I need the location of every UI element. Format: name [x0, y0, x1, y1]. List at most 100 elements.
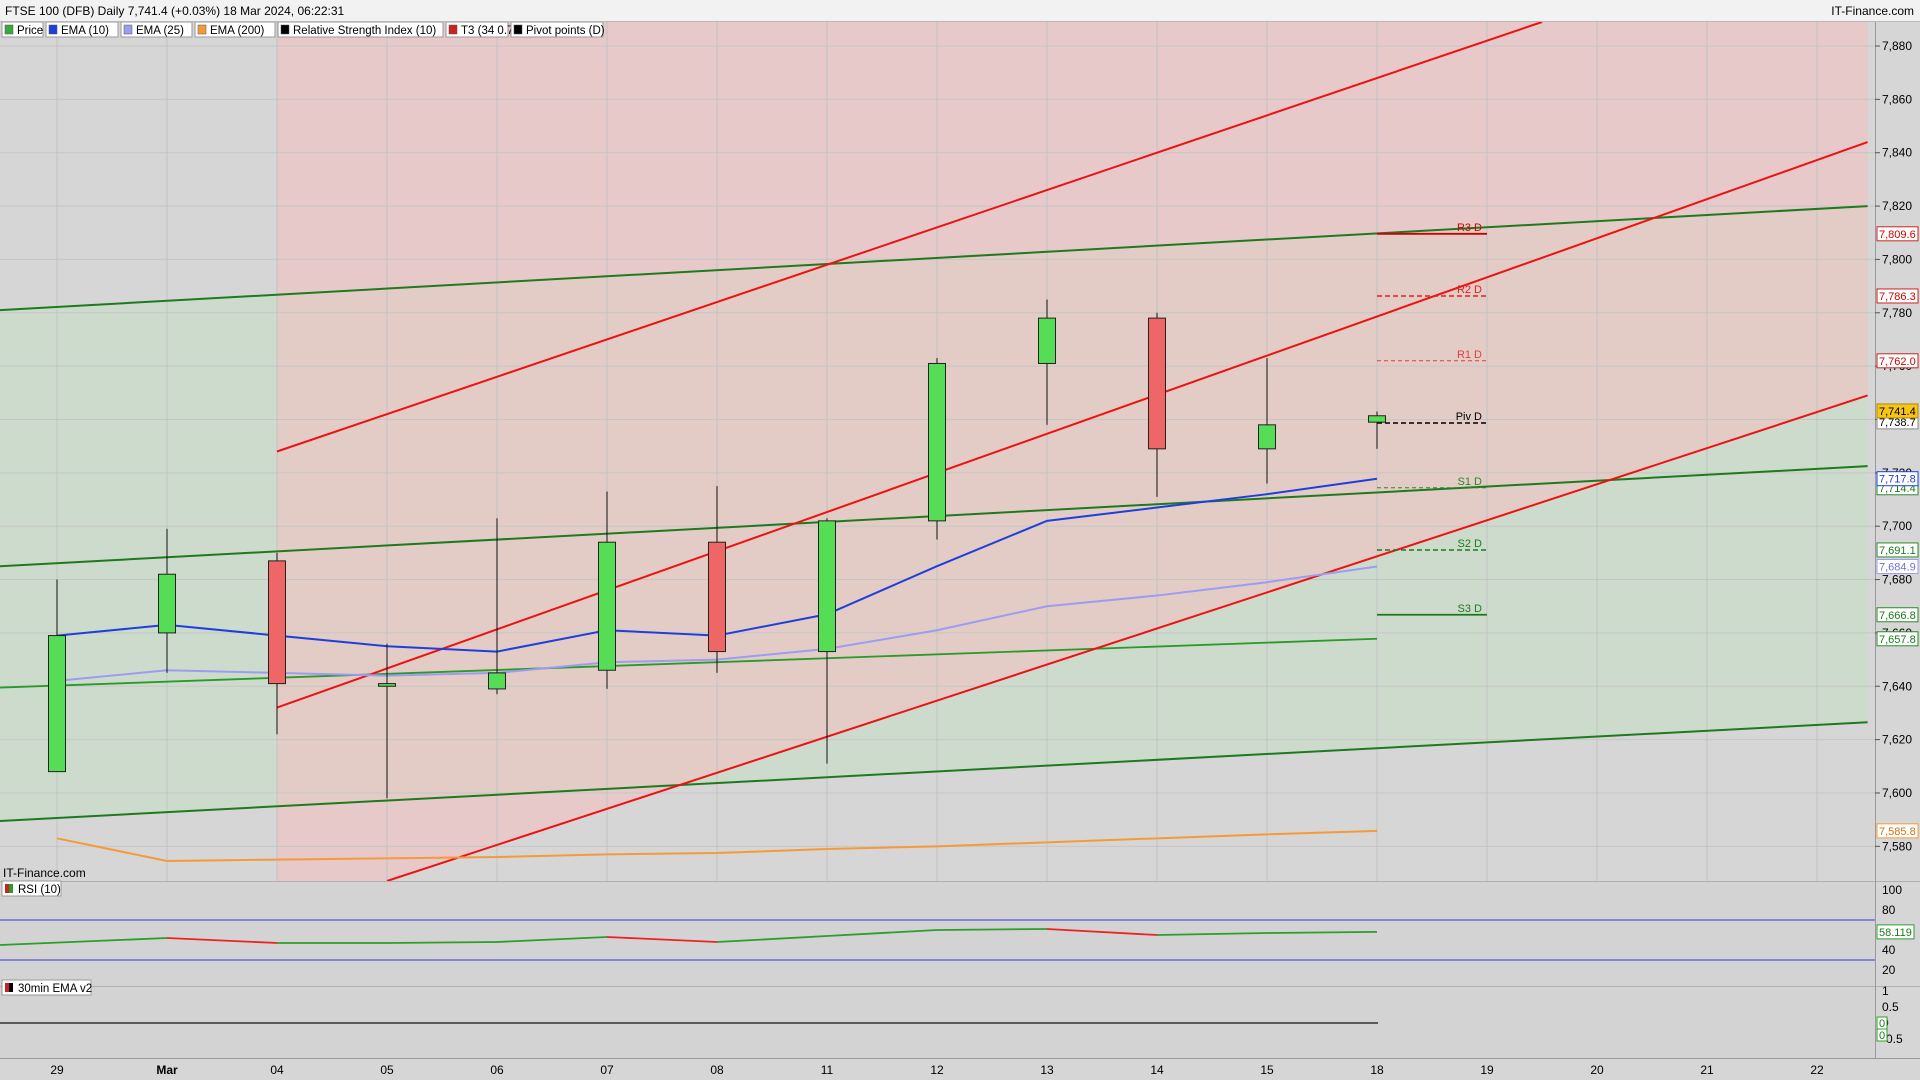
pivot-label-4: S1 D: [1458, 476, 1483, 488]
rsi-seg-8: [936, 928, 1048, 931]
y-tick-label-0: 7,580: [1882, 839, 1912, 853]
legend-label-0: Price: [17, 25, 43, 37]
ema-tick-1: 0.5: [1882, 1000, 1899, 1014]
candle-body-3: [378, 683, 396, 687]
rsi-axis: 1008060402058.119: [1876, 883, 1915, 977]
x-label-5: 07: [600, 1063, 614, 1077]
y-tick-label-6: 7,700: [1882, 519, 1912, 533]
x-label-16: 22: [1810, 1063, 1824, 1077]
x-label-11: 15: [1260, 1063, 1274, 1077]
legend-swatch-5: [448, 24, 458, 35]
y-tick-label-1: 7,600: [1882, 786, 1912, 800]
y-tick-label-11: 7,800: [1882, 252, 1912, 266]
y-tick-label-10: 7,780: [1882, 306, 1912, 320]
price-axis: 7,5807,6007,6207,6407,6607,6807,7007,720…: [1875, 39, 1912, 853]
legend-label-5: T3 (34 0.7): [461, 25, 517, 37]
x-label-8: 12: [930, 1063, 944, 1077]
candle-body-4: [488, 672, 506, 690]
x-label-7: 11: [821, 1063, 834, 1077]
x-label-12: 18: [1370, 1063, 1384, 1077]
pivot-price-2-text: 7,762.0: [1879, 356, 1916, 368]
ema-label: 30min EMA v2: [18, 983, 92, 995]
ema-tick-0: 1: [1882, 984, 1889, 998]
y-tick-label-5: 7,680: [1882, 573, 1912, 587]
candle-body-7: [818, 520, 836, 653]
ema-label-tag: 30min EMA v2: [1, 979, 92, 996]
x-label-3: 05: [380, 1063, 394, 1077]
ema-value-text-1: 0: [1879, 1030, 1885, 1042]
rsi-value-text: 58.119: [1879, 927, 1912, 939]
ema200-price-text: 7,585.8: [1879, 826, 1916, 838]
ema25-price-text: 7,684.9: [1879, 561, 1916, 573]
candle-body-12: [1368, 415, 1386, 423]
legend-swatch-1: [48, 24, 58, 35]
pivot-label-3: Piv D: [1456, 411, 1482, 423]
y-tick-label-3: 7,640: [1882, 679, 1912, 693]
y-tick-label-14: 7,860: [1882, 92, 1912, 106]
candle-body-9: [1038, 317, 1056, 364]
pivot-price-3-text: 7,738.7: [1879, 417, 1916, 429]
watermark: IT-Finance.com: [3, 866, 86, 880]
rsi-seg-3: [386, 941, 498, 944]
pivot-price-5-text: 7,691.1: [1879, 545, 1916, 557]
x-label-9: 13: [1040, 1063, 1054, 1077]
candle-body-8: [928, 362, 946, 522]
rsi-seg-11: [1266, 930, 1378, 934]
x-label-10: 14: [1150, 1063, 1164, 1077]
legend-label-2: EMA (25): [136, 25, 184, 37]
legend-label-6: Pivot points (D): [526, 25, 605, 37]
pivot-price-6-text: 7,666.8: [1879, 610, 1916, 622]
rsi-panel-bg: [0, 882, 1875, 986]
pivot-label-0: R3 D: [1457, 222, 1482, 234]
ema10-price-text: 7,717.8: [1879, 474, 1916, 486]
top-bar: FTSE 100 (DFB) Daily 7,741.4 (+0.03%) 18…: [0, 0, 1920, 22]
legend-label-4: Relative Strength Index (10): [293, 25, 436, 37]
ema-panel-axis: 10.50-0.500: [1876, 984, 1903, 1046]
chart-title: FTSE 100 (DFB) Daily 7,741.4 (+0.03%) 18…: [5, 4, 345, 18]
y-tick-label-15: 7,880: [1882, 39, 1912, 53]
chart-canvas[interactable]: R3 D R2 D R1 D Piv D S1 D S2 D S3 D Price EMA (…: [0, 22, 1920, 1080]
rsi-tick-0: 100: [1882, 883, 1902, 897]
last-price-text: 7,741.4: [1879, 406, 1916, 418]
candle-body-11: [1258, 424, 1276, 450]
legend-swatch-2: [123, 24, 133, 35]
x-label-13: 19: [1480, 1063, 1494, 1077]
rsi-label-tag: RSI (10): [1, 880, 62, 897]
pivot-price-0-text: 7,809.6: [1879, 229, 1916, 241]
x-label-15: 21: [1700, 1063, 1714, 1077]
legend-swatch-4: [280, 24, 290, 35]
y-tick-label-2: 7,620: [1882, 733, 1912, 747]
x-label-2: 04: [270, 1063, 284, 1077]
y-tick-label-12: 7,820: [1882, 199, 1912, 213]
pivot-label-1: R2 D: [1457, 284, 1482, 296]
pivot-label-6: S3 D: [1458, 603, 1483, 615]
x-label-1: Mar: [156, 1063, 178, 1077]
legend-label-1: EMA (10): [61, 25, 109, 37]
x-label-6: 08: [710, 1063, 724, 1077]
legend-swatch-6: [513, 24, 523, 35]
brand-label: IT-Finance.com: [1831, 4, 1914, 18]
candle-body-6: [708, 541, 726, 653]
x-label-0: 29: [50, 1063, 64, 1077]
rsi-tick-3: 40: [1882, 943, 1896, 957]
x-label-4: 06: [490, 1063, 504, 1077]
rsi-tick-1: 80: [1882, 903, 1896, 917]
legend-swatch-0: [4, 24, 14, 35]
legend: Price EMA (10) EMA (25) EMA (200) Relative S…: [1, 22, 605, 38]
pivot-label-2: R1 D: [1457, 349, 1482, 361]
x-axis-bg: [0, 1058, 1920, 1080]
rsi-label: RSI (10): [18, 884, 61, 896]
candle-body-5: [598, 541, 616, 671]
candle-body-10: [1148, 317, 1166, 450]
candle-body-2: [268, 560, 286, 685]
candle-body-1: [158, 573, 176, 634]
rsi-tick-4: 20: [1882, 963, 1896, 977]
legend-swatch-3: [197, 24, 207, 35]
legend-label-3: EMA (200): [210, 25, 264, 37]
candle-body-0: [48, 635, 66, 773]
x-label-14: 20: [1590, 1063, 1604, 1077]
y-tick-label-13: 7,840: [1882, 146, 1912, 160]
green-inner-price-text: 7,657.8: [1879, 634, 1916, 646]
ema-value-text-0: 0: [1879, 1018, 1885, 1030]
pivot-price-1-text: 7,786.3: [1879, 291, 1916, 303]
